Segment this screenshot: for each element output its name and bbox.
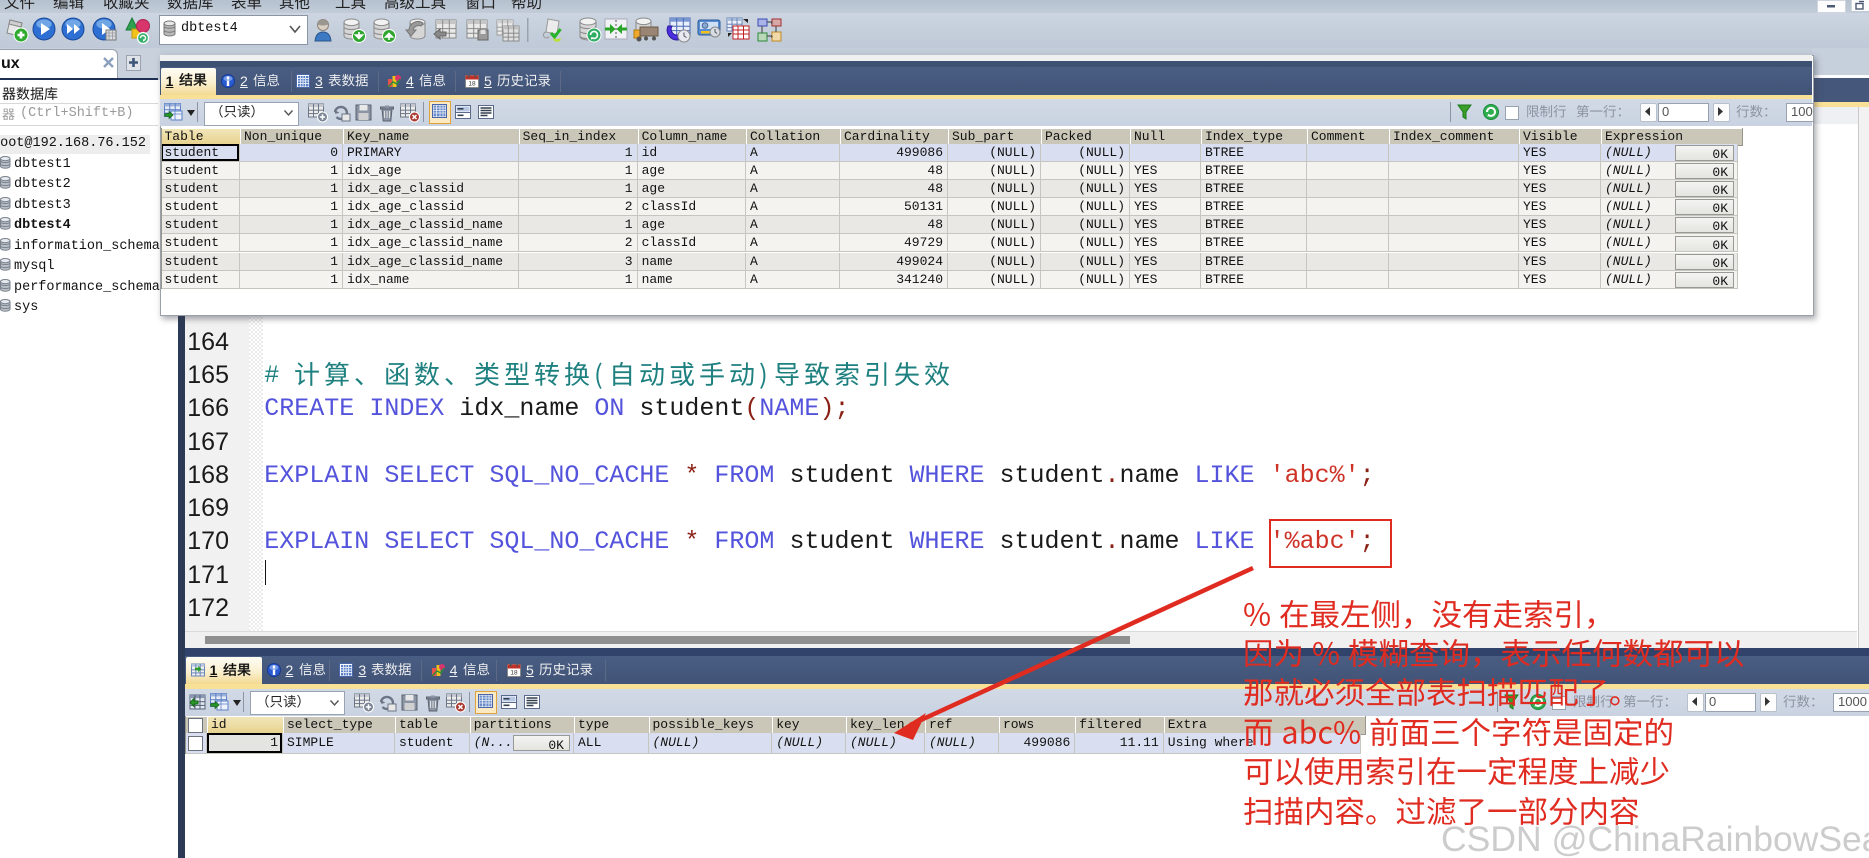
svg-text:18: 18 bbox=[468, 80, 476, 87]
svg-text:18: 18 bbox=[510, 670, 518, 677]
